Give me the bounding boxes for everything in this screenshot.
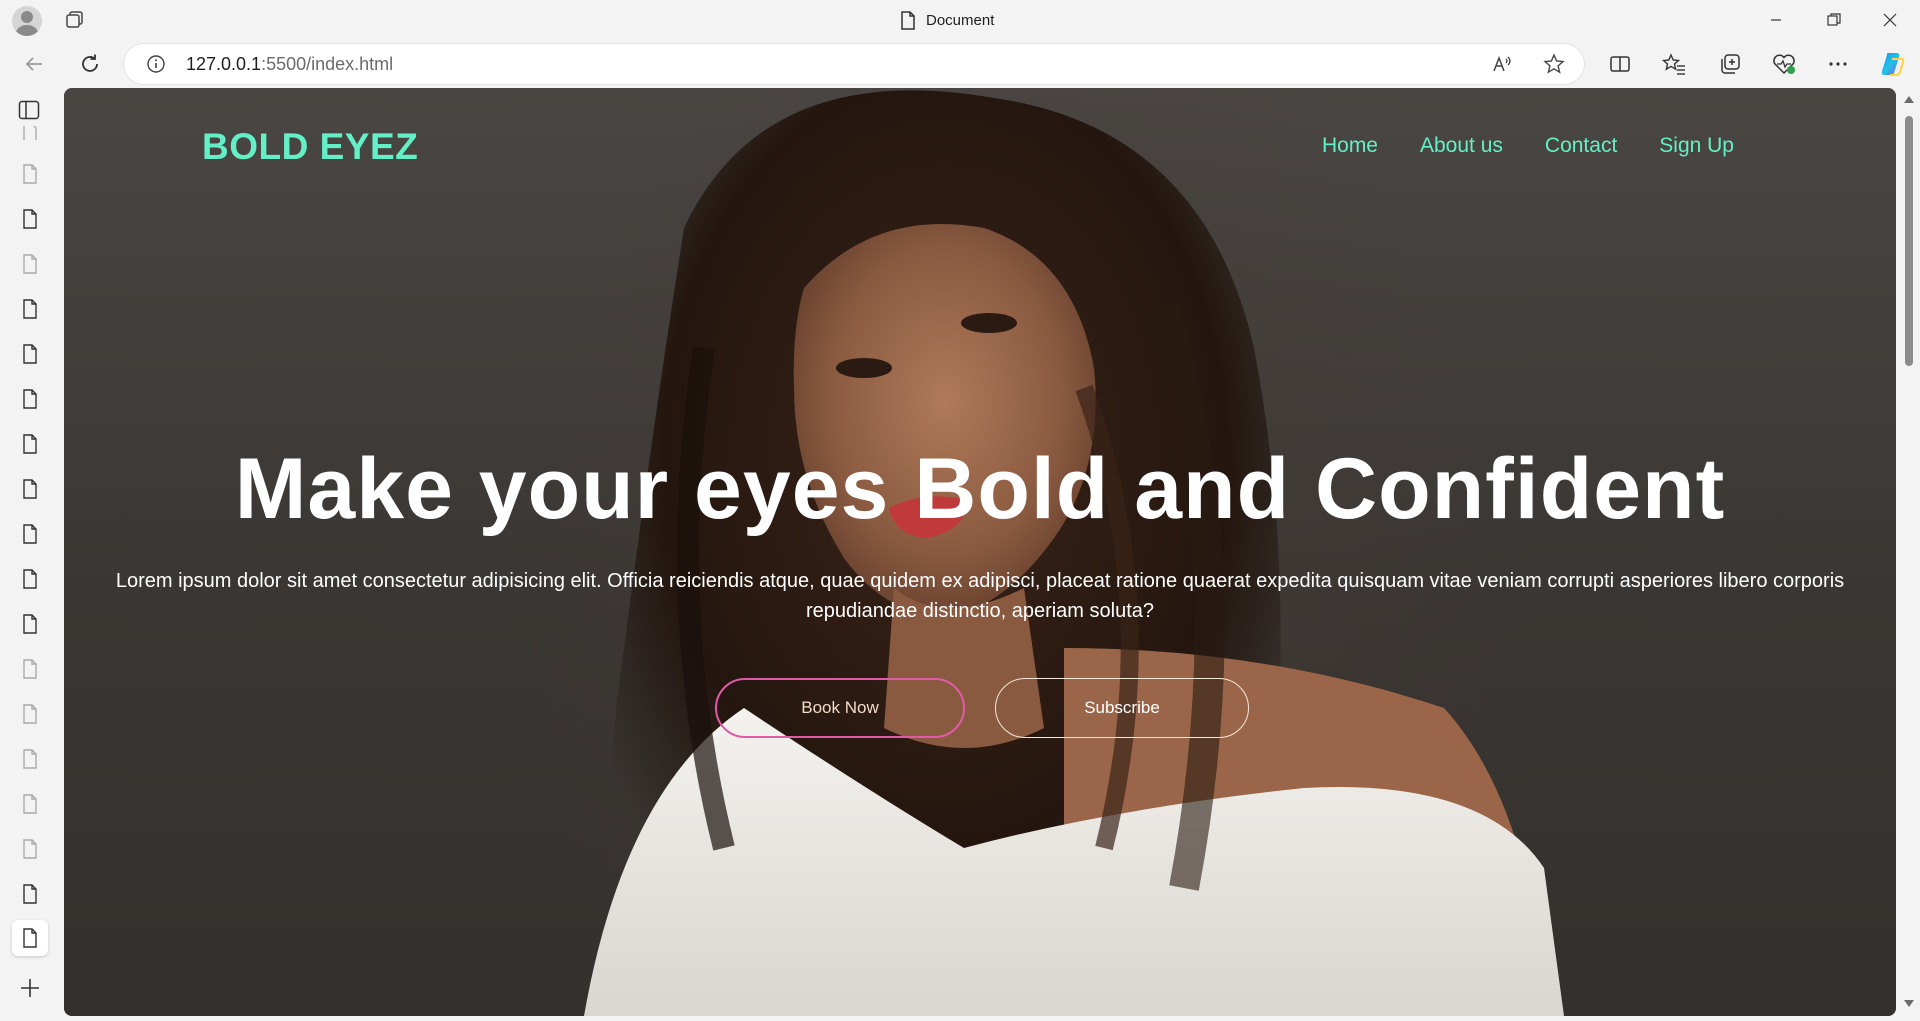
restore-button[interactable] (1806, 0, 1862, 40)
window-title: Document (900, 9, 994, 31)
sidebar-tab[interactable] (12, 291, 48, 327)
tab-actions-icon[interactable] (64, 9, 86, 31)
site-nav: Home About us Contact Sign Up (1322, 134, 1734, 158)
nav-contact-link[interactable]: Contact (1545, 134, 1617, 158)
sidebar-tab[interactable] (12, 471, 48, 507)
sidebar-tab[interactable] (12, 426, 48, 462)
close-button[interactable] (1862, 0, 1918, 40)
back-button[interactable] (18, 48, 50, 80)
document-icon (23, 749, 37, 769)
document-icon (23, 884, 37, 904)
title-bar: Document (0, 0, 1920, 40)
sidebar-tab[interactable] (12, 336, 48, 372)
document-icon (23, 164, 37, 184)
sidebar-tab[interactable] (12, 561, 48, 597)
favorites-icon (1662, 53, 1685, 75)
subscribe-button[interactable]: Subscribe (995, 678, 1249, 738)
document-icon (23, 524, 37, 544)
read-aloud-icon (1493, 55, 1511, 72)
sidebar-tab[interactable] (12, 516, 48, 552)
document-icon (23, 299, 37, 319)
hero-title: Make your eyes Bold and Confident (234, 441, 1726, 537)
document-icon (23, 569, 37, 589)
url-host: 127.0.0.1 (186, 54, 262, 74)
nav-signup-link[interactable]: Sign Up (1659, 134, 1734, 158)
document-icon (23, 928, 37, 948)
book-now-button[interactable]: Book Now (715, 678, 965, 738)
address-bar-row: 127.0.0.1:5500/index.html (0, 40, 1920, 88)
address-bar[interactable]: 127.0.0.1:5500/index.html (124, 44, 1584, 84)
new-tab-plus-icon[interactable] (16, 974, 44, 1002)
collections-button[interactable] (1714, 48, 1746, 80)
nav-home-link[interactable]: Home (1322, 134, 1378, 158)
document-icon (23, 389, 37, 409)
sidebar-tab[interactable] (12, 246, 48, 282)
document-icon (23, 479, 37, 499)
sidebar-tab[interactable] (12, 156, 48, 192)
info-icon[interactable] (146, 54, 166, 74)
document-icon (23, 434, 37, 454)
favorites-button[interactable] (1658, 48, 1690, 80)
window-title-text: Document (926, 11, 995, 29)
split-screen-button[interactable] (1604, 48, 1636, 80)
sidebar-tab[interactable] (12, 201, 48, 237)
sidebar-tab[interactable] (12, 741, 48, 777)
document-icon (901, 10, 915, 30)
document-icon (23, 704, 37, 724)
close-icon (1883, 13, 1897, 27)
tab-panel-toggle-icon[interactable] (18, 100, 40, 120)
sidebar-tab[interactable] (12, 651, 48, 687)
hero-description: Lorem ipsum dolor sit amet consectetur a… (115, 570, 1845, 622)
restore-icon (1827, 13, 1841, 26)
browser-essentials-button[interactable] (1768, 48, 1800, 80)
minimize-button[interactable] (1748, 0, 1804, 40)
page-viewport: BOLD EYEZ Home About us Contact Sign Up … (64, 88, 1896, 1016)
site-logo[interactable]: BOLD EYEZ (202, 126, 418, 168)
minimize-icon (1771, 19, 1781, 21)
more-icon (1829, 62, 1847, 66)
sidebar-tab[interactable] (12, 606, 48, 642)
copilot-icon (1881, 53, 1905, 76)
refresh-icon (82, 54, 98, 72)
document-icon (23, 254, 37, 274)
document-icon (23, 126, 37, 140)
document-icon (23, 344, 37, 364)
document-icon (23, 209, 37, 229)
sidebar-tab[interactable] (12, 786, 48, 822)
star-icon (1543, 53, 1565, 74)
page-scrollbar[interactable] (1898, 88, 1920, 1021)
collections-icon (1721, 54, 1740, 74)
browser-essentials-icon (1773, 54, 1795, 75)
sidebar-tab-active[interactable] (12, 920, 48, 956)
read-aloud-button[interactable] (1490, 52, 1514, 76)
sidebar-tab[interactable] (12, 126, 48, 140)
hero-portrait-image (584, 90, 1564, 1016)
sidebar-tab[interactable] (12, 876, 48, 912)
profile-avatar-icon[interactable] (12, 6, 42, 36)
scrollbar-thumb[interactable] (1905, 116, 1913, 366)
sidebar-tab[interactable] (12, 696, 48, 732)
vertical-tabs-sidebar (0, 88, 62, 1021)
add-favorite-button[interactable] (1542, 52, 1566, 76)
scroll-up-arrow-icon[interactable] (1904, 96, 1914, 103)
split-screen-icon (1610, 56, 1630, 72)
url-text[interactable]: 127.0.0.1:5500/index.html (186, 54, 393, 75)
document-icon (23, 794, 37, 814)
sidebar-tab[interactable] (12, 831, 48, 867)
more-button[interactable] (1822, 48, 1854, 80)
scroll-down-arrow-icon[interactable] (1904, 1000, 1914, 1007)
document-icon (23, 614, 37, 634)
copilot-button[interactable] (1876, 48, 1908, 80)
refresh-button[interactable] (74, 48, 106, 80)
document-icon (23, 839, 37, 859)
sidebar-tab[interactable] (12, 381, 48, 417)
document-icon (23, 659, 37, 679)
url-path: :5500/index.html (261, 54, 394, 74)
nav-about-link[interactable]: About us (1420, 134, 1503, 158)
back-arrow-icon (25, 57, 42, 71)
